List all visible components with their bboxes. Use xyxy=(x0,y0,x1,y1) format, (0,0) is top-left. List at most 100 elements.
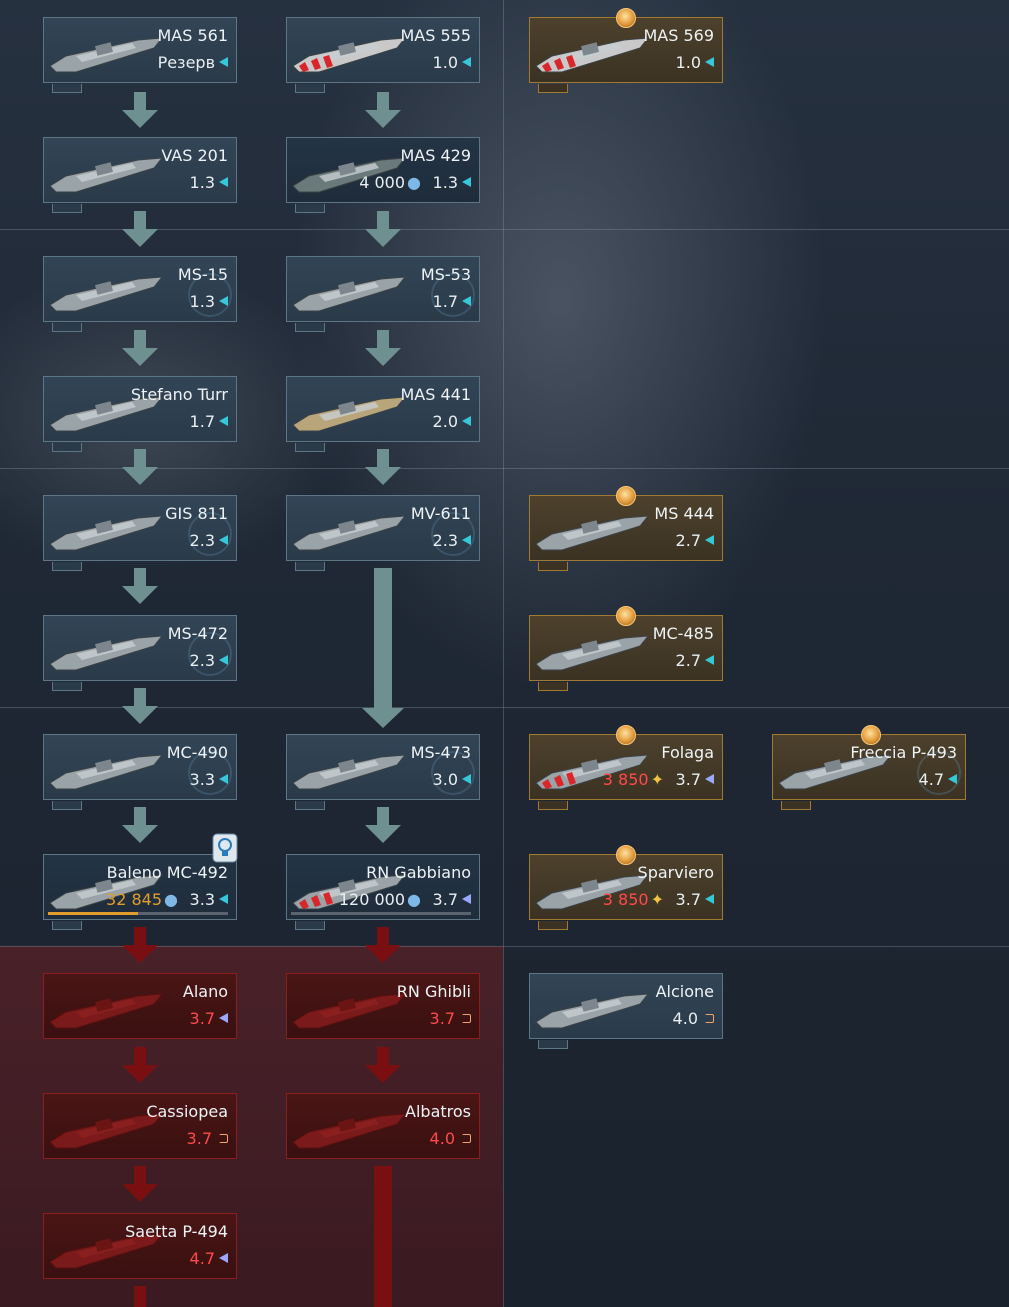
vehicle-card-stefano[interactable]: Stefano Turr 1.7 xyxy=(43,376,237,452)
crew-slot-tab[interactable] xyxy=(781,801,811,810)
battle-rating-value: Резерв xyxy=(157,53,215,72)
crew-slot-tab[interactable] xyxy=(295,443,325,452)
vehicle-card-mas441[interactable]: MAS 441 2.0 xyxy=(286,376,480,452)
ship-image xyxy=(532,26,652,78)
research-points-icon: ● xyxy=(164,890,178,909)
battle-rating-value: 4.0 xyxy=(429,1129,455,1148)
vehicle-name: MS-15 xyxy=(177,265,228,284)
vehicle-card-sparviero[interactable]: Sparviero 3.7 3 850 ✦ xyxy=(529,845,723,930)
golden-eagle-icon: ✦ xyxy=(650,890,664,909)
vehicle-card-cassiopea[interactable]: Cassiopea 3.7 xyxy=(43,1093,237,1159)
vehicle-cost: 32 845 ● xyxy=(106,890,178,910)
cyan-triangle-icon xyxy=(462,774,471,784)
vehicle-card-mc485[interactable]: MC-485 2.7 xyxy=(529,606,723,691)
vehicle-card-saetta[interactable]: Saetta P-494 4.7 xyxy=(43,1213,237,1279)
cyan-triangle-icon xyxy=(705,57,714,67)
vehicle-name: Baleno MC-492 xyxy=(106,863,228,882)
ship-image xyxy=(289,26,409,78)
cyan-triangle-icon xyxy=(462,535,471,545)
vehicle-card-gis811[interactable]: GIS 811 2.3 xyxy=(43,495,237,571)
research-progress-track xyxy=(291,912,471,915)
vehicle-card-alcione[interactable]: Alcione 4.0 xyxy=(529,973,723,1049)
vehicle-name: Freccia P-493 xyxy=(850,743,957,762)
vehicle-card-mas429[interactable]: MAS 429 1.3 4 000 ● xyxy=(286,137,480,213)
ship-image xyxy=(289,982,409,1034)
vehicle-name: MAS 429 xyxy=(400,146,471,165)
battle-rating-value: 2.3 xyxy=(189,531,215,550)
crew-slot-tab[interactable] xyxy=(52,801,82,810)
vehicle-name: MV-611 xyxy=(410,504,471,523)
crew-slot-tab[interactable] xyxy=(538,84,568,93)
vehicle-card-mas555[interactable]: MAS 555 1.0 xyxy=(286,17,480,93)
battle-rating-value: 2.7 xyxy=(675,651,701,670)
vehicle-card-baleno[interactable]: Baleno MC-492 3.3 32 845 ● xyxy=(43,833,238,930)
crew-slot-tab[interactable] xyxy=(295,204,325,213)
premium-medal-icon xyxy=(616,845,636,865)
vehicle-name: Folaga xyxy=(661,743,714,762)
crew-slot-tab[interactable] xyxy=(52,84,82,93)
crew-slot-tab[interactable] xyxy=(538,562,568,571)
vehicle-name: Alano xyxy=(182,982,228,1001)
battle-rating-value: 3.7 xyxy=(432,890,458,909)
crew-slot-tab[interactable] xyxy=(295,323,325,332)
ship-image xyxy=(532,504,652,556)
crew-slot-tab[interactable] xyxy=(538,801,568,810)
vehicle-card-gabbiano[interactable]: RN Gabbiano 3.7 120 000 ● xyxy=(286,854,480,930)
battle-rating: 1.3 xyxy=(433,173,471,193)
cyan-triangle-icon xyxy=(219,655,228,665)
crew-slot-tab[interactable] xyxy=(295,562,325,571)
crew-slot-tab[interactable] xyxy=(538,682,568,691)
cost-value: 4 000 xyxy=(359,173,406,192)
battle-rating: 2.3 xyxy=(190,651,228,671)
vehicle-name: Saetta P-494 xyxy=(125,1222,228,1241)
orange-tag-icon xyxy=(216,1134,228,1143)
crew-slot-tab[interactable] xyxy=(52,562,82,571)
ship-image xyxy=(46,265,166,317)
vehicle-card-ms444[interactable]: MS 444 2.7 xyxy=(529,486,723,571)
battle-rating-value: 1.0 xyxy=(432,53,458,72)
blue-triangle-icon xyxy=(462,894,471,904)
battle-rating-value: 4.7 xyxy=(918,770,944,789)
ship-image xyxy=(46,624,166,676)
vehicle-card-albatros[interactable]: Albatros 4.0 xyxy=(286,1093,480,1159)
cyan-triangle-icon xyxy=(948,774,957,784)
battle-rating: 3.3 xyxy=(190,770,228,790)
vehicle-card-ghibli[interactable]: RN Ghibli 3.7 xyxy=(286,973,480,1039)
crew-slot-tab[interactable] xyxy=(52,204,82,213)
vehicle-name: Sparviero xyxy=(637,863,714,882)
vehicle-name: VAS 201 xyxy=(161,146,228,165)
cyan-triangle-icon xyxy=(462,416,471,426)
crew-slot-tab[interactable] xyxy=(52,921,82,930)
crew-slot-tab[interactable] xyxy=(52,323,82,332)
battle-rating: 3.7 xyxy=(676,890,714,910)
vehicle-card-ms53[interactable]: MS-53 1.7 xyxy=(286,256,480,332)
vehicle-name: MAS 561 xyxy=(157,26,228,45)
vehicle-name: GIS 811 xyxy=(165,504,228,523)
vehicle-card-mas561[interactable]: MAS 561 Резерв xyxy=(43,17,237,93)
crew-slot-tab[interactable] xyxy=(52,443,82,452)
vehicle-card-vas201[interactable]: VAS 201 1.3 xyxy=(43,137,237,213)
crew-slot-tab[interactable] xyxy=(52,682,82,691)
vehicle-card-freccia[interactable]: Freccia P-493 4.7 xyxy=(772,725,966,810)
crew-slot-tab[interactable] xyxy=(295,84,325,93)
battle-rating-value: 3.7 xyxy=(675,770,701,789)
vehicle-card-ms15[interactable]: MS-15 1.3 xyxy=(43,256,237,332)
vehicle-card-ms472[interactable]: MS-472 2.3 xyxy=(43,615,237,691)
vehicle-card-mc490[interactable]: MC-490 3.3 xyxy=(43,734,237,810)
battle-rating: 1.7 xyxy=(190,412,228,432)
battle-rating: 4.7 xyxy=(190,1249,228,1269)
crew-slot-tab[interactable] xyxy=(538,1040,568,1049)
cyan-triangle-icon xyxy=(219,416,228,426)
crew-slot-tab[interactable] xyxy=(295,921,325,930)
ship-image xyxy=(532,624,652,676)
vehicle-card-mv611[interactable]: MV-611 2.3 xyxy=(286,495,480,571)
lightbulb-icon[interactable] xyxy=(212,833,238,863)
vehicle-card-alano[interactable]: Alano 3.7 xyxy=(43,973,237,1039)
vehicle-card-folaga[interactable]: Folaga 3.7 3 850 ✦ xyxy=(529,725,723,810)
ship-image xyxy=(46,26,166,78)
crew-slot-tab[interactable] xyxy=(538,921,568,930)
ship-image xyxy=(46,504,166,556)
crew-slot-tab[interactable] xyxy=(295,801,325,810)
vehicle-card-ms473[interactable]: MS-473 3.0 xyxy=(286,734,480,810)
vehicle-card-mas569[interactable]: MAS 569 1.0 xyxy=(529,8,723,93)
